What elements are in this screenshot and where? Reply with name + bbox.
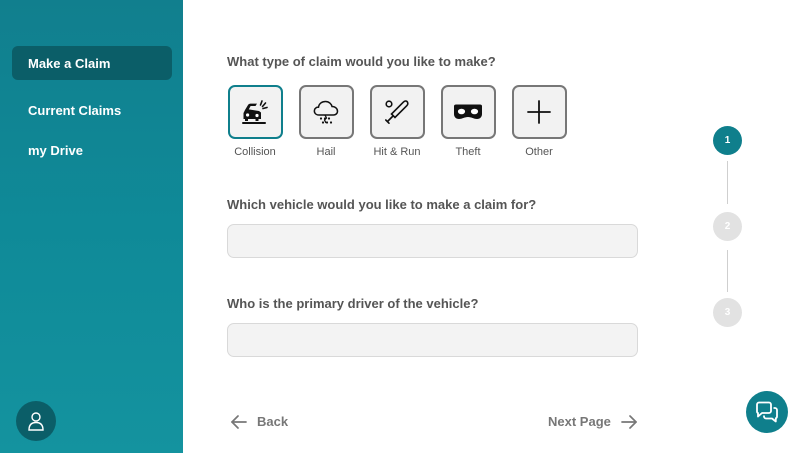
step-connector [727, 161, 728, 204]
plus-icon [527, 100, 551, 124]
sidebar-item-make-a-claim[interactable]: Make a Claim [12, 46, 172, 80]
back-button[interactable]: Back [230, 414, 288, 429]
sidebar-item-my-drive[interactable]: my Drive [12, 133, 172, 167]
vehicle-field[interactable] [227, 224, 638, 258]
mask-icon [454, 104, 482, 119]
claim-tile[interactable] [227, 85, 283, 139]
profile-avatar-button[interactable] [16, 401, 56, 441]
claim-type-label: Theft [455, 146, 481, 158]
step-connector [727, 250, 728, 292]
chat-bubbles-icon [756, 401, 778, 423]
claim-tile[interactable] [298, 85, 354, 139]
step-1-indicator: 1 [713, 126, 742, 155]
back-label: Back [257, 414, 289, 429]
sidebar-item-label: my Drive [28, 142, 83, 158]
user-icon [28, 412, 44, 431]
claim-type-hit-and-run[interactable]: Hit & Run [369, 85, 425, 158]
vehicle-question: Which vehicle would you like to make a c… [227, 197, 537, 212]
collision-icon [242, 100, 268, 124]
driver-question: Who is the primary driver of the vehicle… [227, 296, 479, 311]
next-page-button[interactable]: Next Page [548, 414, 638, 429]
claim-type-question: What type of claim would you like to mak… [227, 54, 496, 69]
step-3-indicator: 3 [713, 298, 742, 327]
sidebar: Make a Claim Current Claims my Drive [0, 0, 183, 453]
claim-type-collision[interactable]: Collision [227, 85, 283, 158]
claim-type-label: Collision [234, 146, 276, 158]
claim-tile[interactable] [511, 85, 567, 139]
arrow-left-icon [231, 414, 247, 429]
claim-type-theft[interactable]: Theft [440, 85, 496, 158]
claim-tile[interactable] [440, 85, 496, 139]
hail-cloud-icon [313, 100, 339, 124]
claim-type-label: Other [525, 146, 553, 158]
claim-type-hail[interactable]: Hail [298, 85, 354, 158]
step-2-indicator: 2 [713, 212, 742, 241]
sidebar-item-label: Current Claims [28, 102, 122, 118]
claim-type-label: Hail [316, 146, 336, 158]
sidebar-item-current-claims[interactable]: Current Claims [12, 93, 172, 127]
claim-tile[interactable] [369, 85, 425, 139]
arrow-right-icon [621, 414, 637, 429]
next-page-label: Next Page [548, 414, 611, 429]
claim-type-other[interactable]: Other [511, 85, 567, 158]
claim-type-label: Hit & Run [373, 146, 421, 158]
bat-icon [384, 100, 409, 125]
chat-button[interactable] [746, 391, 788, 433]
sidebar-item-label: Make a Claim [28, 55, 111, 71]
driver-field[interactable] [227, 323, 638, 357]
